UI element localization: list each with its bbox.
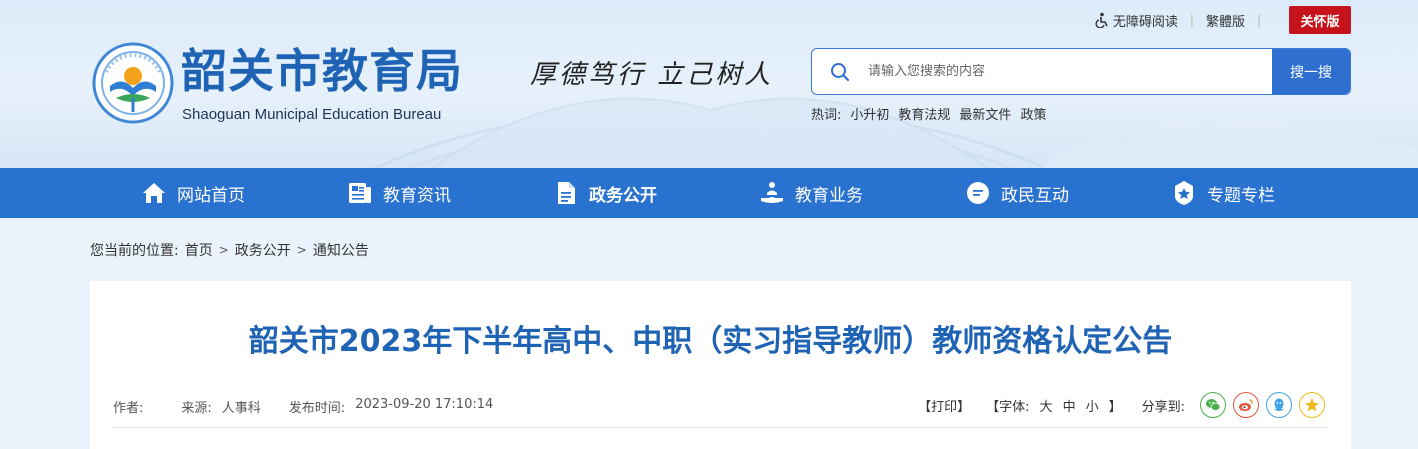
print-button[interactable]: 【打印】	[918, 396, 970, 415]
breadcrumb-gov-affairs[interactable]: 政务公开	[235, 240, 291, 260]
site-logo-title[interactable]: 韶关市教育局	[181, 44, 463, 98]
article-meta: 作者: 来源: 人事科 发布时间: 2023-09-20 17:10:14	[113, 397, 503, 416]
hotword-link[interactable]: 政策	[1020, 104, 1046, 123]
font-size-prefix: 【字体:	[986, 399, 1030, 415]
font-size-medium[interactable]: 中	[1063, 396, 1076, 415]
meta-divider	[113, 427, 1328, 428]
share-wechat-button[interactable]	[1200, 392, 1226, 418]
top-links: 无障碍阅读 | 繁體版 | 关怀版	[1094, 6, 1351, 34]
search-bar: 搜一搜	[811, 48, 1351, 95]
breadcrumb-prefix: 您当前的位置:	[90, 243, 179, 259]
care-mode-button[interactable]: 关怀版	[1289, 6, 1351, 34]
publish-time-label: 发布时间:	[288, 401, 346, 416]
share-qq-button[interactable]	[1266, 392, 1292, 418]
article-tools: 【打印】 【字体: 大 中 小 】 分享到:	[918, 391, 1325, 419]
nav-item-label: 教育业务	[795, 185, 863, 206]
breadcrumb-separator: >	[296, 243, 307, 257]
search-icon	[812, 49, 868, 94]
article-title: 韶关市2023年下半年高中、中职（实习指导教师）教师资格认定公告	[248, 324, 1173, 359]
traditional-chinese-link[interactable]: 繁體版	[1206, 11, 1245, 30]
cloud-decoration	[1042, 118, 1418, 168]
search-button[interactable]: 搜一搜	[1272, 49, 1350, 94]
share-qzone-button[interactable]	[1299, 392, 1325, 418]
source-value: 人事科	[221, 401, 261, 416]
accessibility-icon	[1095, 12, 1108, 28]
nav-item-special-topics[interactable]: 专题专栏	[1120, 168, 1326, 218]
site-header: 无障碍阅读 | 繁體版 | 关怀版 韶关市教育局 Shaoguan Munici…	[0, 0, 1418, 168]
nav-item-interaction[interactable]: 政民互动	[914, 168, 1120, 218]
hotword-link[interactable]: 教育法规	[898, 104, 950, 123]
site-logo-subtitle: Shaoguan Municipal Education Bureau	[182, 106, 442, 123]
weibo-icon	[1239, 399, 1253, 411]
source-label: 来源:	[181, 401, 212, 416]
bureau-emblem-logo	[92, 42, 174, 124]
nav-item-home[interactable]: 网站首页	[90, 168, 296, 218]
share-label: 分享到:	[1141, 399, 1185, 415]
nav-item-label: 政民互动	[1001, 185, 1069, 206]
nav-item-label: 专题专栏	[1207, 185, 1275, 206]
search-input[interactable]	[868, 49, 1272, 94]
nav-item-edu-services[interactable]: 教育业务	[708, 168, 914, 218]
wechat-icon	[1206, 399, 1221, 411]
accessibility-label: 无障碍阅读	[1112, 14, 1178, 30]
accessibility-link[interactable]: 无障碍阅读	[1094, 11, 1178, 30]
hot-keywords: 热词: 小升初 教育法规 最新文件 政策	[811, 104, 1046, 123]
article-card: 韶关市2023年下半年高中、中职（实习指导教师）教师资格认定公告 作者: 来源:…	[90, 281, 1351, 449]
home-icon	[143, 183, 165, 203]
main-nav: 网站首页 教育资讯 政务公开 教育业务 政民互动 专题专栏	[0, 168, 1418, 218]
breadcrumb-separator: >	[218, 243, 229, 257]
separator: |	[1256, 13, 1261, 27]
chat-icon	[967, 182, 989, 204]
separator: |	[1189, 13, 1194, 27]
breadcrumb-notices[interactable]: 通知公告	[313, 240, 369, 260]
breadcrumb: 您当前的位置: 首页 > 政务公开 > 通知公告	[90, 240, 369, 260]
news-icon	[349, 183, 371, 203]
font-size-suffix: 】	[1108, 399, 1122, 415]
font-size-large[interactable]: 大	[1040, 396, 1053, 415]
hotword-link[interactable]: 小升初	[850, 104, 889, 123]
nav-item-gov-affairs[interactable]: 政务公开	[502, 168, 708, 218]
document-icon	[558, 182, 575, 204]
publish-time-value: 2023-09-20 17:10:14	[355, 397, 494, 412]
badge-icon	[1175, 181, 1193, 205]
share-weibo-button[interactable]	[1233, 392, 1259, 418]
nav-item-label: 政务公开	[589, 185, 657, 206]
qzone-icon	[1305, 398, 1319, 412]
nav-item-label: 教育资讯	[383, 185, 451, 206]
nav-item-news[interactable]: 教育资讯	[296, 168, 502, 218]
qq-icon	[1274, 398, 1284, 411]
breadcrumb-home[interactable]: 首页	[185, 240, 213, 260]
slogan-calligraphy: 厚德笃行 立己树人	[530, 60, 774, 90]
nav-item-label: 网站首页	[177, 185, 245, 206]
hotword-link[interactable]: 最新文件	[959, 104, 1011, 123]
font-size-switcher: 【字体: 大 中 小 】	[986, 396, 1121, 415]
service-icon	[761, 182, 783, 203]
author-label: 作者:	[113, 401, 144, 416]
font-size-small[interactable]: 小	[1086, 396, 1099, 415]
hotwords-label: 热词:	[811, 108, 842, 123]
